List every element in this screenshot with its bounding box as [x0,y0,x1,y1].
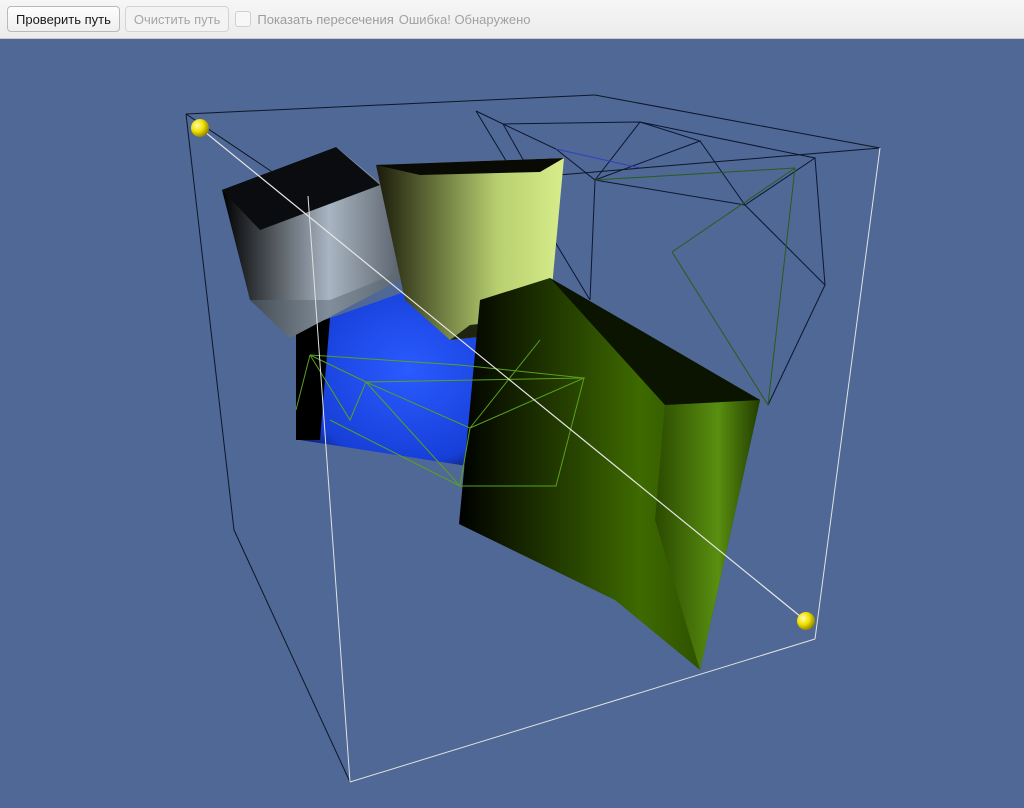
clear-path-button[interactable]: Очистить путь [124,6,230,32]
show-intersections-checkbox[interactable] [235,11,252,27]
show-intersections-label[interactable]: Показать пересечения [257,12,393,27]
check-path-button[interactable]: Проверить путь [7,6,120,32]
status-text: Ошибка! Обнаружено [398,11,531,27]
toolbar: Проверить путь Очистить путь Показать пе… [0,0,1024,39]
path-end-point[interactable] [797,612,815,630]
scene-viewport[interactable] [0,40,1024,808]
green-solid [459,278,760,670]
path-start-point[interactable] [191,119,209,137]
